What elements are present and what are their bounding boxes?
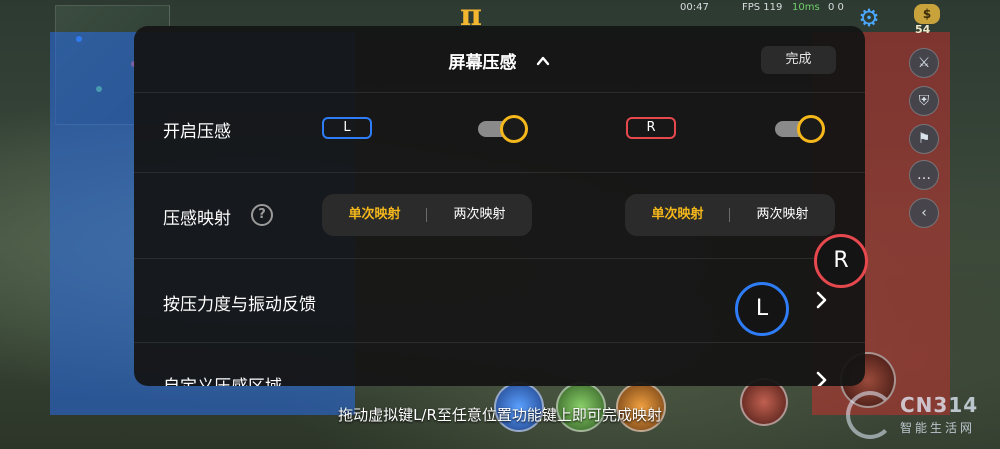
- shield-icon[interactable]: ⛨: [909, 86, 939, 116]
- right-pressure-toggle[interactable]: [775, 115, 825, 143]
- money-bag-icon: $: [914, 4, 940, 24]
- chevron-up-icon[interactable]: [536, 54, 550, 68]
- left-key-badge: L: [322, 117, 372, 139]
- status-latency: 10ms: [792, 2, 820, 13]
- watermark-logo-icon: [846, 391, 894, 439]
- watermark: CN314 智能生活网: [846, 387, 996, 443]
- toggle-knob: [500, 115, 528, 143]
- left-virtual-key[interactable]: L: [735, 282, 789, 336]
- right-mapping-selector: 单次映射 两次映射: [625, 194, 835, 236]
- divider: [134, 92, 865, 93]
- sword-icon[interactable]: ⚔: [909, 48, 939, 78]
- left-double-mapping-option[interactable]: 两次映射: [427, 194, 532, 236]
- right-single-mapping-option[interactable]: 单次映射: [625, 194, 730, 236]
- panel-title-label: 屏幕压感: [448, 53, 517, 73]
- gear-icon[interactable]: ⚙: [856, 5, 882, 31]
- enable-pressure-label: 开启压感: [163, 122, 231, 142]
- coin-count: 54: [915, 23, 931, 36]
- right-virtual-key[interactable]: R: [814, 234, 868, 288]
- left-mapping-selector: 单次映射 两次映射: [322, 194, 532, 236]
- flag-icon[interactable]: ⚑: [909, 124, 939, 154]
- divider: [134, 172, 865, 173]
- toggle-knob: [797, 115, 825, 143]
- custom-area-label[interactable]: 自定义压感区域: [163, 372, 282, 386]
- collapse-icon[interactable]: ‹: [909, 198, 939, 228]
- divider: [134, 342, 865, 343]
- done-button[interactable]: 完成: [761, 46, 836, 74]
- right-double-mapping-option[interactable]: 两次映射: [730, 194, 835, 236]
- left-single-mapping-option[interactable]: 单次映射: [322, 194, 427, 236]
- chevron-right-icon[interactable]: [814, 290, 830, 310]
- divider: [134, 258, 865, 259]
- watermark-subtitle: 智能生活网: [900, 421, 976, 435]
- chat-icon[interactable]: …: [909, 160, 939, 190]
- right-key-badge: R: [626, 117, 676, 139]
- status-time: 00:47: [680, 2, 709, 13]
- watermark-brand: CN314: [900, 393, 979, 417]
- status-counts: 0 0: [828, 2, 844, 13]
- help-icon[interactable]: ?: [251, 204, 273, 226]
- pressure-mapping-label: 压感映射: [163, 209, 231, 229]
- status-fps: FPS 119: [742, 2, 783, 13]
- left-pressure-toggle[interactable]: [478, 115, 528, 143]
- panel-title[interactable]: 屏幕压感: [134, 48, 865, 73]
- chevron-right-icon[interactable]: [814, 370, 830, 386]
- feedback-settings-label[interactable]: 按压力度与振动反馈: [163, 290, 316, 315]
